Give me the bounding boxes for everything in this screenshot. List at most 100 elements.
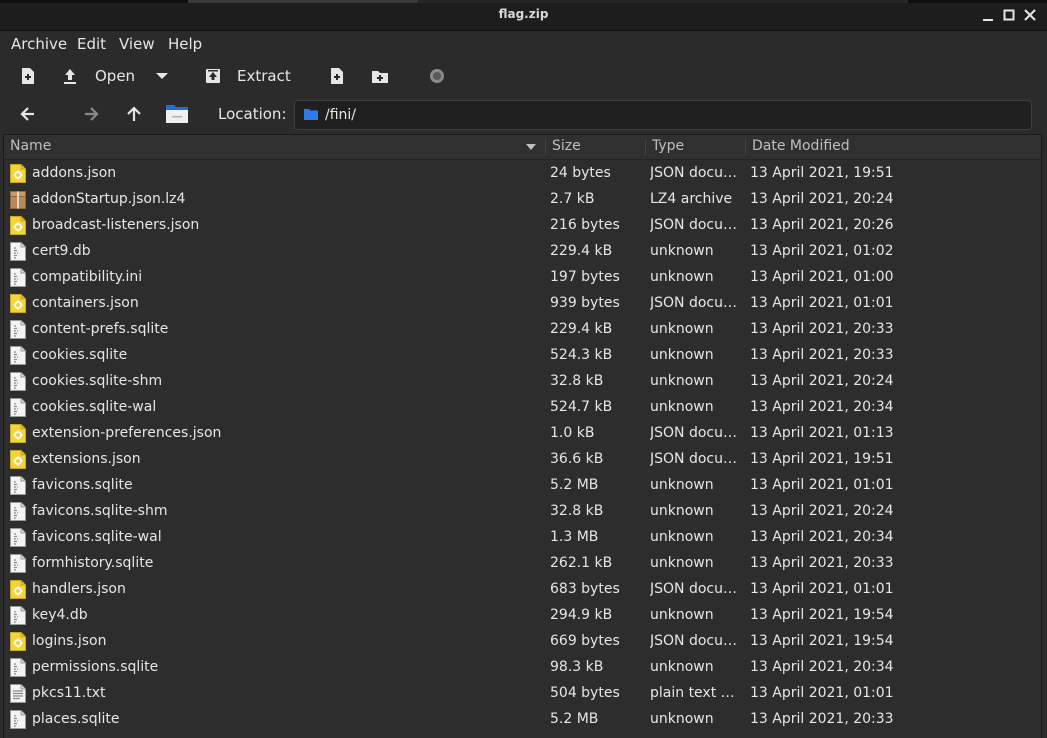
file-type: JSON docu… bbox=[650, 581, 737, 597]
column-header-date-modified[interactable]: Date Modified bbox=[752, 135, 850, 159]
file-type: JSON docu… bbox=[650, 165, 737, 181]
generic-file-icon bbox=[10, 658, 26, 677]
back-button[interactable] bbox=[19, 105, 37, 123]
file-size: 524.7 kB bbox=[550, 399, 613, 415]
file-date-modified: 13 April 2021, 01:00 bbox=[750, 269, 894, 285]
minimize-button[interactable] bbox=[979, 6, 997, 24]
file-type: unknown bbox=[650, 243, 714, 259]
upload-icon bbox=[64, 69, 76, 84]
open-button[interactable] bbox=[61, 67, 79, 85]
file-date-modified: 13 April 2021, 20:26 bbox=[750, 217, 894, 233]
file-name: addons.json bbox=[32, 165, 117, 181]
add-folder-icon bbox=[372, 71, 388, 83]
file-type: unknown bbox=[650, 711, 714, 727]
file-type: LZ4 archive bbox=[650, 191, 733, 207]
table-row[interactable]: cookies.sqlite-shm 32.8 kB unknown 13 April… bbox=[4, 368, 1041, 394]
column-header-size[interactable]: Size bbox=[552, 135, 581, 159]
file-size: 197 bytes bbox=[550, 269, 620, 285]
file-name: logins.json bbox=[32, 633, 107, 649]
file-size: 504 bytes bbox=[550, 685, 620, 701]
close-button[interactable] bbox=[1021, 6, 1039, 24]
extract-label[interactable]: Extract bbox=[237, 67, 291, 85]
file-name: cookies.sqlite-shm bbox=[32, 373, 163, 389]
maximize-button[interactable] bbox=[1000, 6, 1018, 24]
open-label[interactable]: Open bbox=[95, 67, 135, 85]
file-date-modified: 13 April 2021, 20:34 bbox=[750, 529, 894, 545]
add-folder-button[interactable] bbox=[371, 67, 389, 85]
file-date-modified: 13 April 2021, 01:01 bbox=[750, 685, 894, 701]
file-date-modified: 13 April 2021, 20:33 bbox=[750, 321, 894, 337]
location-input[interactable] bbox=[325, 105, 1015, 125]
up-button[interactable] bbox=[125, 105, 143, 123]
file-name: content-prefs.sqlite bbox=[32, 321, 169, 337]
file-type: unknown bbox=[650, 373, 714, 389]
table-row[interactable]: handlers.json 683 bytes JSON docu… 13 April… bbox=[4, 576, 1041, 602]
add-files-button[interactable] bbox=[328, 67, 346, 85]
table-row[interactable]: permissions.sqlite 98.3 kB unknown 13 April… bbox=[4, 654, 1041, 680]
file-size: 1.0 kB bbox=[550, 425, 595, 441]
file-name: addonStartup.json.lz4 bbox=[32, 191, 186, 207]
table-row[interactable]: pkcs11.txt 504 bytes plain text do… 13 Apri… bbox=[4, 680, 1041, 706]
file-type: unknown bbox=[650, 529, 714, 545]
table-row[interactable]: favicons.sqlite-shm 32.8 kB unknown 13 Apri… bbox=[4, 498, 1041, 524]
file-date-modified: 13 April 2021, 20:24 bbox=[750, 191, 894, 207]
file-name: cookies.sqlite-wal bbox=[32, 399, 157, 415]
arrow-up-icon bbox=[127, 106, 141, 121]
table-row[interactable]: cookies.sqlite 524.3 kB unknown 13 April 20… bbox=[4, 342, 1041, 368]
file-size: 5.2 MB bbox=[550, 711, 599, 727]
file-date-modified: 13 April 2021, 20:34 bbox=[750, 659, 894, 675]
home-folder-button[interactable] bbox=[165, 103, 189, 125]
file-size: 24 bytes bbox=[550, 165, 611, 181]
forward-button[interactable] bbox=[82, 105, 100, 123]
column-header-name[interactable]: Name bbox=[10, 135, 51, 159]
extract-button[interactable] bbox=[204, 67, 222, 85]
menu-archive[interactable]: Archive bbox=[11, 35, 67, 53]
file-name: cert9.db bbox=[32, 243, 91, 259]
file-name: favicons.sqlite-shm bbox=[32, 503, 168, 519]
table-row[interactable]: addons.json 24 bytes JSON docu… 13 April 20… bbox=[4, 160, 1041, 186]
location-field[interactable] bbox=[294, 100, 1032, 130]
stop-button[interactable] bbox=[428, 67, 446, 85]
file-type: unknown bbox=[650, 399, 714, 415]
arrow-right-icon bbox=[85, 107, 99, 121]
file-date-modified: 13 April 2021, 20:33 bbox=[750, 711, 894, 727]
json-file-icon bbox=[10, 424, 26, 443]
file-size: 524.3 kB bbox=[550, 347, 613, 363]
file-type: JSON docu… bbox=[650, 217, 737, 233]
table-row[interactable]: extension-preferences.json 1.0 kB JSON doc… bbox=[4, 420, 1041, 446]
table-row[interactable]: favicons.sqlite 5.2 MB unknown 13 April 202… bbox=[4, 472, 1041, 498]
sort-descending-icon[interactable] bbox=[525, 143, 537, 151]
generic-file-icon bbox=[10, 242, 26, 261]
table-row[interactable]: cookies.sqlite-wal 524.7 kB unknown 13 Apri… bbox=[4, 394, 1041, 420]
file-name: favicons.sqlite-wal bbox=[32, 529, 162, 545]
file-size: 262.1 kB bbox=[550, 555, 613, 571]
table-row[interactable]: addonStartup.json.lz4 2.7 kB LZ4 archive 13… bbox=[4, 186, 1041, 212]
column-header-type[interactable]: Type bbox=[652, 135, 684, 159]
location-label: Location: bbox=[218, 105, 287, 123]
table-row[interactable]: key4.db 294.9 kB unknown 13 April 2021, 19:… bbox=[4, 602, 1041, 628]
open-dropdown-button[interactable] bbox=[153, 67, 171, 85]
table-row[interactable]: containers.json 939 bytes JSON docu… 13 Apr… bbox=[4, 290, 1041, 316]
table-row[interactable]: formhistory.sqlite 262.1 kB unknown 13 Apri… bbox=[4, 550, 1041, 576]
table-row[interactable]: favicons.sqlite-wal 1.3 MB unknown 13 April… bbox=[4, 524, 1041, 550]
menu-help[interactable]: Help bbox=[168, 35, 202, 53]
menu-view[interactable]: View bbox=[119, 35, 155, 53]
file-size: 294.9 kB bbox=[550, 607, 613, 623]
table-row[interactable]: compatibility.ini 197 bytes unknown 13 Apri… bbox=[4, 264, 1041, 290]
new-archive-button[interactable] bbox=[19, 67, 37, 85]
file-date-modified: 13 April 2021, 01:01 bbox=[750, 477, 894, 493]
table-row[interactable]: places.sqlite 5.2 MB unknown 13 April 2021,… bbox=[4, 706, 1041, 732]
file-size: 2.7 kB bbox=[550, 191, 595, 207]
table-row[interactable]: cert9.db 229.4 kB unknown 13 April 2021, 01… bbox=[4, 238, 1041, 264]
table-row[interactable]: logins.json 669 bytes JSON docu… 13 April 2… bbox=[4, 628, 1041, 654]
table-row[interactable]: content-prefs.sqlite 229.4 kB unknown 13 Ap… bbox=[4, 316, 1041, 342]
file-type: unknown bbox=[650, 607, 714, 623]
menu-edit[interactable]: Edit bbox=[77, 35, 106, 53]
window-top-strip bbox=[0, 0, 1047, 3]
table-row[interactable]: broadcast-listeners.json 216 bytes JSON do… bbox=[4, 212, 1041, 238]
table-row[interactable]: extensions.json 36.6 kB JSON docu… 13 April… bbox=[4, 446, 1041, 472]
generic-file-icon bbox=[10, 554, 26, 573]
file-date-modified: 13 April 2021, 20:24 bbox=[750, 373, 894, 389]
text-file-icon bbox=[10, 684, 26, 703]
file-size: 98.3 kB bbox=[550, 659, 604, 675]
